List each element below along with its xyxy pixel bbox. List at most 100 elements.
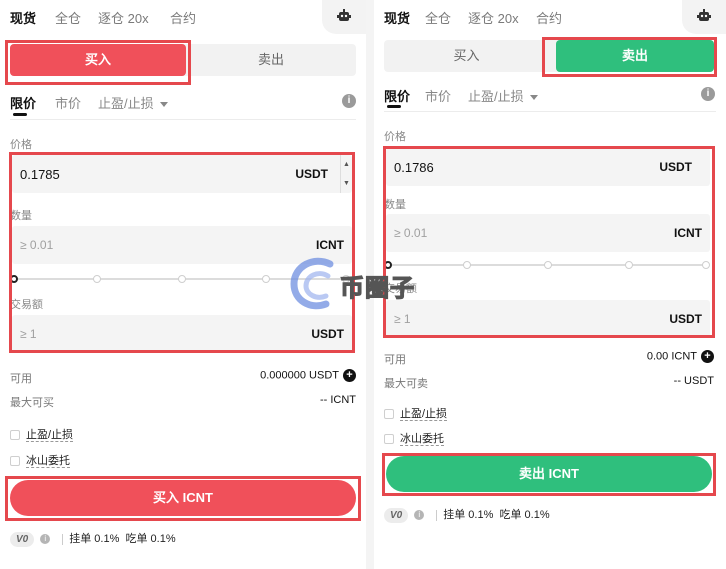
help-icon[interactable]: i bbox=[40, 534, 51, 545]
tpsl-option[interactable]: 止盈/止损 bbox=[384, 405, 448, 421]
amount-unit: USDT bbox=[669, 312, 702, 326]
available-row: 0.000000 USDT + bbox=[260, 369, 356, 382]
slider-stop-0[interactable] bbox=[384, 261, 392, 269]
caret-down-icon bbox=[529, 95, 538, 101]
quantity-slider[interactable] bbox=[10, 273, 350, 285]
order-tab-market[interactable]: 市价 bbox=[55, 93, 81, 112]
order-tab-tpsl-label: 止盈/止损 bbox=[468, 89, 524, 104]
checkbox-icon[interactable] bbox=[384, 434, 394, 445]
order-tab-tpsl[interactable]: 止盈/止损 bbox=[98, 93, 168, 112]
robot-icon bbox=[696, 8, 712, 27]
fee-separator bbox=[62, 533, 64, 545]
amount-input[interactable]: ≥ 1 USDT bbox=[386, 300, 710, 338]
vip-level-badge[interactable]: V0 bbox=[10, 532, 35, 547]
max-value: -- ICNT bbox=[319, 394, 356, 406]
iceberg-option-label: 冰山委托 bbox=[400, 433, 444, 446]
maker-fee: 挂单 0.1% bbox=[69, 533, 120, 545]
sell-submit-button[interactable]: 卖出 ICNT bbox=[386, 456, 712, 492]
amount-label: 交易额 bbox=[384, 283, 417, 295]
price-input[interactable]: 0.1786 USDT bbox=[386, 148, 710, 186]
add-icon[interactable]: + bbox=[343, 369, 356, 382]
quantity-unit: ICNT bbox=[674, 226, 702, 240]
nav-spot[interactable]: 现货 bbox=[384, 8, 410, 27]
max-label: 最大可买 bbox=[10, 397, 54, 409]
tpsl-option-label: 止盈/止损 bbox=[26, 429, 74, 442]
info-icon[interactable]: i bbox=[701, 87, 715, 101]
amount-placeholder: ≥ 1 bbox=[20, 327, 37, 341]
buy-panel: 现货 全仓 逐仓 20x 合约 买入 卖出 限价 市价 止盈/止损 i 价格 0… bbox=[0, 0, 366, 569]
price-label: 价格 bbox=[10, 139, 32, 151]
slider-stop-50[interactable] bbox=[544, 261, 552, 269]
max-label: 最大可卖 bbox=[384, 378, 428, 390]
nav-futures[interactable]: 合约 bbox=[536, 8, 562, 27]
sell-panel: 现货 全仓 逐仓 20x 合约 买入 卖出 限价 市价 止盈/止损 i 价格 0… bbox=[374, 0, 726, 569]
caret-down-icon bbox=[159, 102, 168, 108]
available-row: 0.00 ICNT + bbox=[647, 350, 714, 363]
slider-stop-100[interactable] bbox=[342, 275, 350, 283]
fee-info: V0 i 挂单 0.1% 吃单 0.1% bbox=[384, 506, 550, 523]
order-tab-market[interactable]: 市价 bbox=[425, 86, 451, 105]
slider-stop-100[interactable] bbox=[702, 261, 710, 269]
order-tab-limit[interactable]: 限价 bbox=[384, 86, 410, 105]
buy-submit-button[interactable]: 买入 ICNT bbox=[10, 480, 356, 516]
robot-icon bbox=[336, 8, 352, 27]
nav-cross-margin[interactable]: 全仓 bbox=[425, 8, 451, 27]
price-stepper[interactable]: ▲ ▼ bbox=[340, 155, 352, 193]
stepper-down-icon[interactable]: ▼ bbox=[341, 174, 352, 193]
checkbox-icon[interactable] bbox=[10, 430, 20, 441]
nav-spot[interactable]: 现货 bbox=[10, 8, 36, 27]
quantity-placeholder: ≥ 0.01 bbox=[20, 238, 54, 252]
slider-stop-75[interactable] bbox=[625, 261, 633, 269]
price-label: 价格 bbox=[384, 131, 406, 143]
side-toggle: 买入 卖出 bbox=[384, 40, 714, 72]
available-label: 可用 bbox=[384, 354, 406, 366]
tpsl-option-label: 止盈/止损 bbox=[400, 408, 448, 421]
slider-stop-25[interactable] bbox=[93, 275, 101, 283]
quantity-slider[interactable] bbox=[384, 259, 710, 271]
assistant-button[interactable] bbox=[322, 0, 366, 34]
order-tab-limit[interactable]: 限价 bbox=[10, 93, 36, 112]
nav-isolated-margin[interactable]: 逐仓 20x bbox=[98, 8, 149, 27]
assistant-button[interactable] bbox=[682, 0, 726, 34]
quantity-input[interactable]: ≥ 0.01 ICNT bbox=[12, 226, 352, 264]
price-input[interactable]: 0.1785 USDT ▲ ▼ bbox=[12, 155, 352, 193]
quantity-input[interactable]: ≥ 0.01 ICNT bbox=[386, 214, 710, 252]
taker-fee: 吃单 0.1% bbox=[499, 509, 550, 521]
buy-tab[interactable]: 买入 bbox=[10, 44, 186, 76]
nav-isolated-margin[interactable]: 逐仓 20x bbox=[468, 8, 519, 27]
active-tab-indicator bbox=[13, 113, 27, 116]
iceberg-option[interactable]: 冰山委托 bbox=[384, 430, 444, 446]
nav-cross-margin[interactable]: 全仓 bbox=[55, 8, 81, 27]
price-value: 0.1786 bbox=[394, 160, 434, 175]
add-icon[interactable]: + bbox=[701, 350, 714, 363]
sell-tab[interactable]: 卖出 bbox=[186, 44, 356, 76]
checkbox-icon[interactable] bbox=[10, 456, 20, 467]
slider-stop-25[interactable] bbox=[463, 261, 471, 269]
order-tab-tpsl-label: 止盈/止损 bbox=[98, 96, 154, 111]
slider-stop-75[interactable] bbox=[262, 275, 270, 283]
amount-input[interactable]: ≥ 1 USDT bbox=[12, 315, 352, 353]
amount-placeholder: ≥ 1 bbox=[394, 312, 411, 326]
quantity-label: 数量 bbox=[10, 210, 32, 222]
vip-level-badge[interactable]: V0 bbox=[384, 508, 409, 523]
checkbox-icon[interactable] bbox=[384, 409, 394, 420]
available-value: 0.00 ICNT bbox=[646, 350, 697, 363]
active-tab-indicator bbox=[387, 105, 401, 108]
price-unit: USDT bbox=[659, 160, 692, 174]
stepper-up-icon[interactable]: ▲ bbox=[341, 155, 352, 174]
nav-futures[interactable]: 合约 bbox=[170, 8, 196, 27]
slider-stop-0[interactable] bbox=[10, 275, 18, 283]
quantity-placeholder: ≥ 0.01 bbox=[394, 226, 428, 240]
maker-fee: 挂单 0.1% bbox=[443, 509, 494, 521]
tpsl-option[interactable]: 止盈/止损 bbox=[10, 426, 74, 442]
help-icon[interactable]: i bbox=[414, 510, 425, 521]
max-value: -- USDT bbox=[673, 375, 714, 387]
buy-tab[interactable]: 买入 bbox=[384, 40, 549, 72]
order-tab-tpsl[interactable]: 止盈/止损 bbox=[468, 86, 538, 105]
slider-stop-50[interactable] bbox=[178, 275, 186, 283]
iceberg-option[interactable]: 冰山委托 bbox=[10, 452, 70, 468]
panel-divider bbox=[366, 0, 374, 569]
sell-tab[interactable]: 卖出 bbox=[556, 40, 714, 72]
fee-info: V0 i 挂单 0.1% 吃单 0.1% bbox=[10, 530, 176, 547]
info-icon[interactable]: i bbox=[342, 94, 356, 108]
